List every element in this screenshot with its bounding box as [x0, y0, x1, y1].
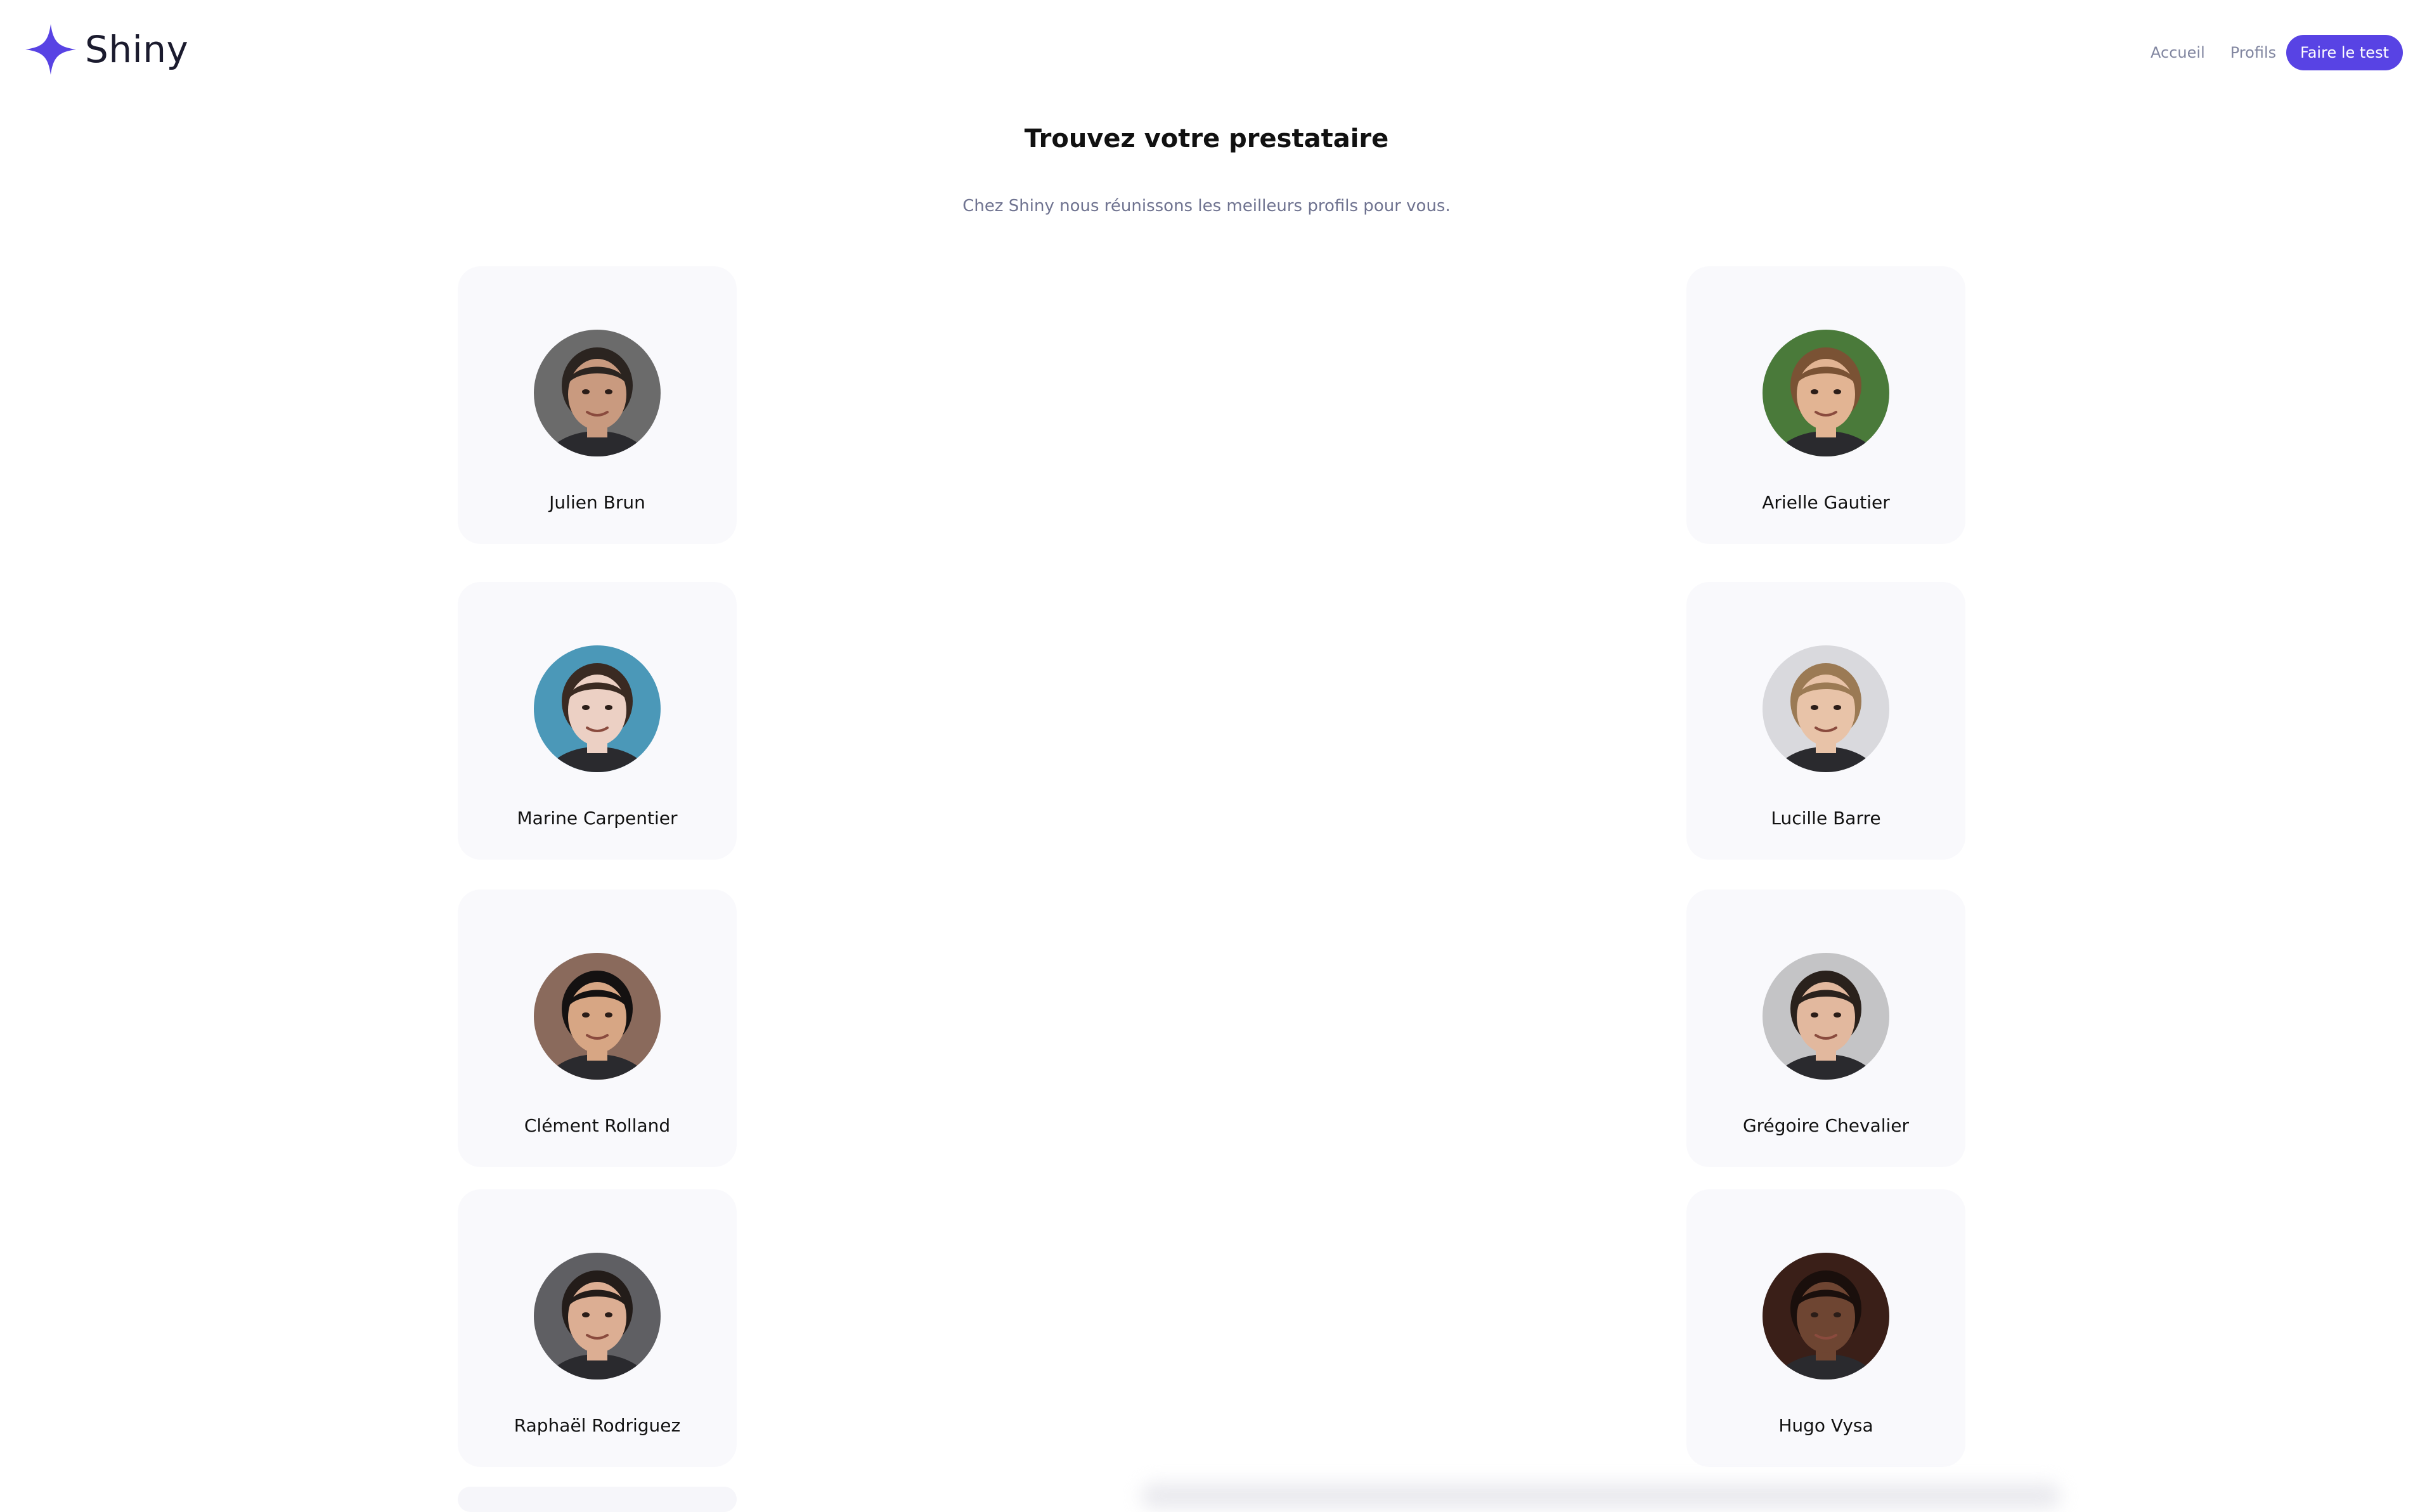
shiny-star-icon: [25, 24, 76, 75]
profile-name: Hugo Vysa: [1778, 1415, 1873, 1436]
profile-card[interactable]: Arielle Gautier: [1686, 266, 1965, 544]
avatar-man-brown-bg: [534, 953, 661, 1080]
profile-card[interactable]: Grégoire Chevalier: [1686, 889, 1965, 1167]
profile-card[interactable]: Marine Carpentier: [458, 582, 737, 860]
take-test-button[interactable]: Faire le test: [2286, 35, 2403, 70]
page-title: Trouvez votre prestataire: [1024, 124, 1389, 153]
avatar-man-gray-bg: [1763, 953, 1889, 1080]
main-nav: Accueil Profils Faire le test: [2151, 35, 2403, 70]
profile-name: Lucille Barre: [1771, 808, 1881, 829]
nav-home-link[interactable]: Accueil: [2151, 44, 2205, 61]
profile-card[interactable]: Raphaël Rodriguez: [458, 1189, 737, 1467]
page-subtitle: Chez Shiny nous réunissons les meilleurs…: [962, 197, 1451, 216]
avatar-woman-green-bg: [1763, 330, 1889, 456]
profile-name: Arielle Gautier: [1762, 492, 1890, 513]
profile-card[interactable]: Lucille Barre: [1686, 582, 1965, 860]
profile-name: Clément Rolland: [524, 1115, 671, 1136]
avatar-man-beard-gray-bg: [534, 330, 661, 456]
profile-card[interactable]: Hugo Vysa: [1686, 1189, 1965, 1467]
profile-card[interactable]: Julien Brun: [458, 266, 737, 544]
avatar-man-dark-gray-bg: [534, 1253, 661, 1380]
profile-name: Marine Carpentier: [517, 808, 678, 829]
logo[interactable]: Shiny: [25, 24, 188, 75]
profile-name: Julien Brun: [549, 492, 645, 513]
avatar-woman-blue-bg: [534, 645, 661, 772]
floating-panel-shadow: [1141, 1483, 2060, 1509]
logo-text: Shiny: [85, 28, 189, 71]
avatar-woman-light-bg: [1763, 645, 1889, 772]
nav-profiles-link[interactable]: Profils: [2230, 44, 2276, 61]
profile-card[interactable]: Clément Rolland: [458, 889, 737, 1167]
profile-name: Grégoire Chevalier: [1742, 1115, 1910, 1136]
avatar-man-dark-bg: [1763, 1253, 1889, 1380]
profile-name: Raphaël Rodriguez: [514, 1415, 681, 1436]
profile-card-partial[interactable]: [458, 1487, 737, 1512]
